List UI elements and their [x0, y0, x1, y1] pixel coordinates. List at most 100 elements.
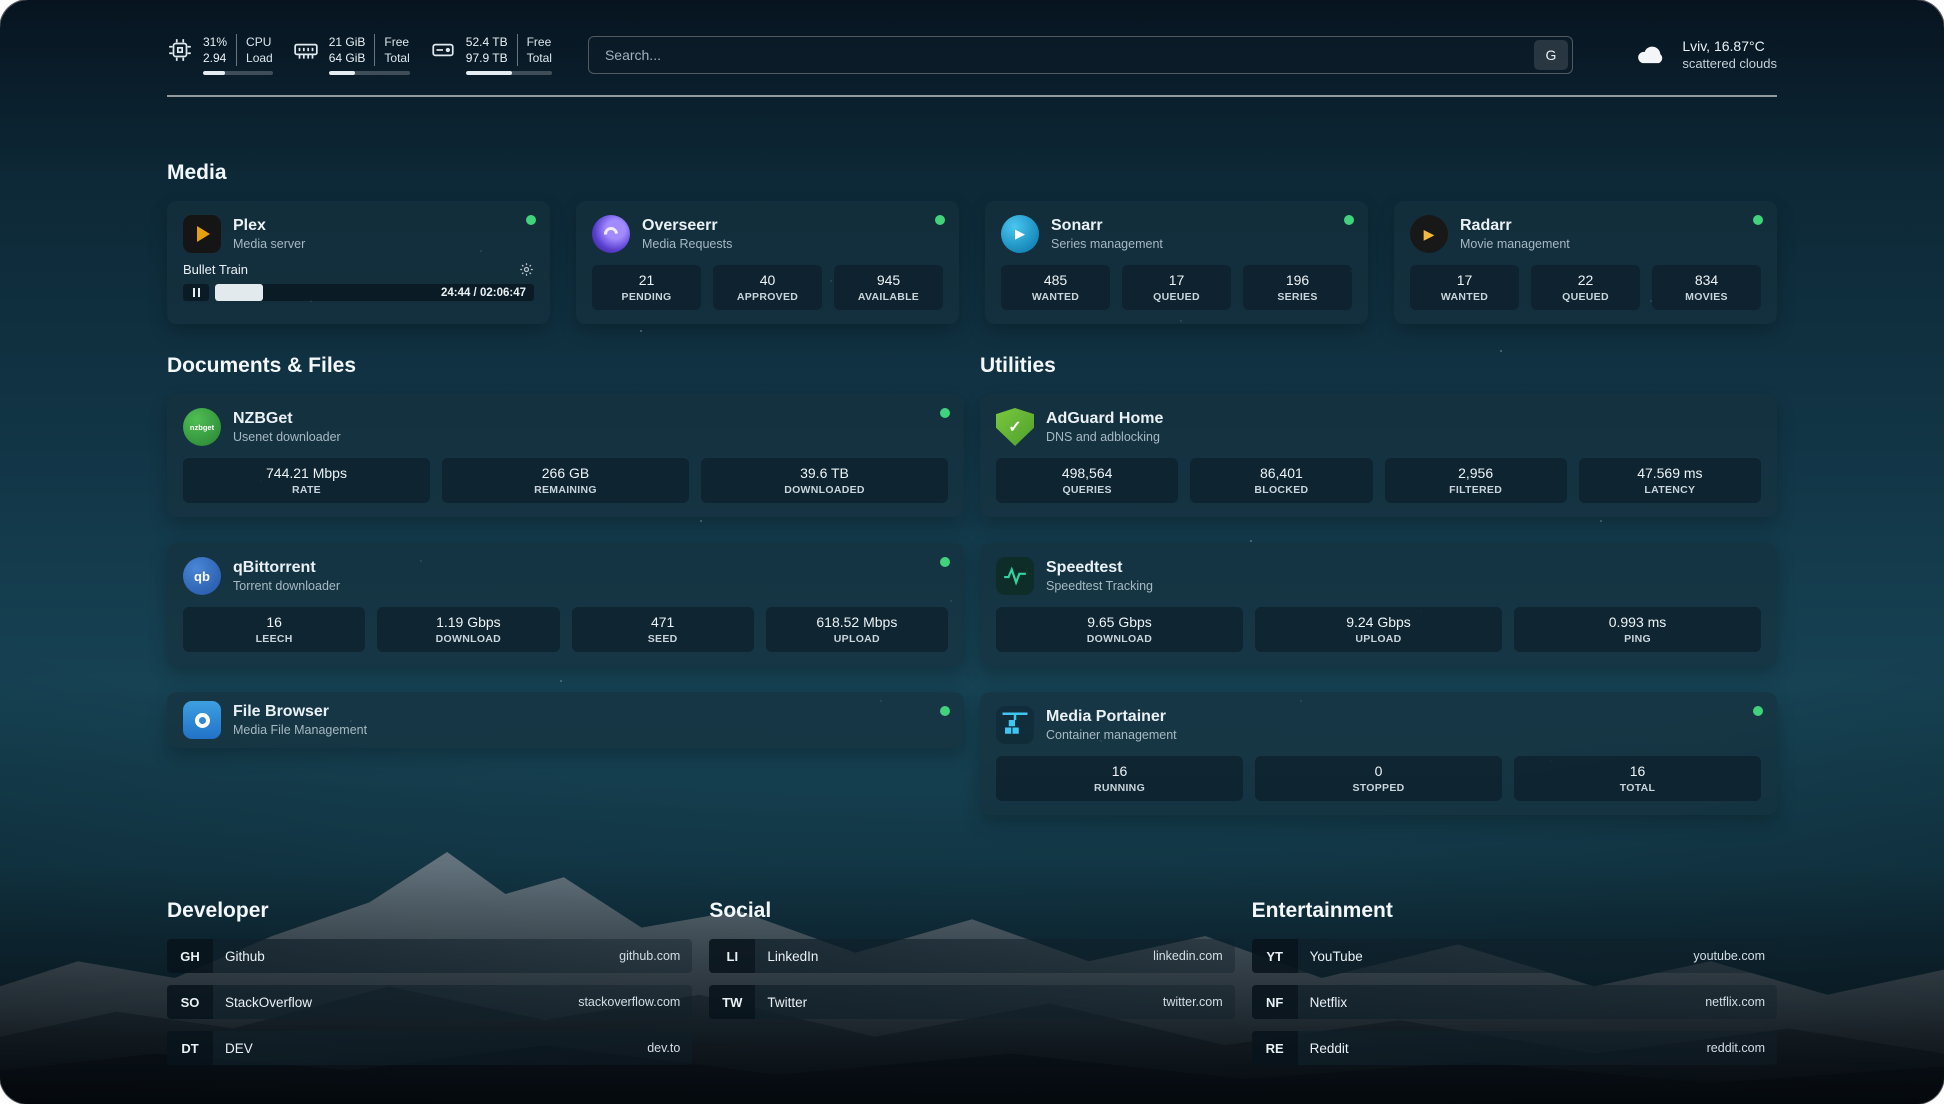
- weather-condition: scattered clouds: [1682, 56, 1777, 71]
- stat-upload: 618.52 Mbps UPLOAD: [766, 607, 948, 652]
- app-desc: Container management: [1046, 728, 1177, 742]
- stat-leech: 16 LEECH: [183, 607, 365, 652]
- bookmark-stackoverflow[interactable]: SO StackOverflow stackoverflow.com: [167, 985, 692, 1019]
- bookmark-name: StackOverflow: [225, 995, 312, 1010]
- pause-button[interactable]: [183, 284, 209, 301]
- stat-queued: 22 QUEUED: [1531, 265, 1640, 310]
- stat-movies: 834 MOVIES: [1652, 265, 1761, 310]
- bookmark-url: github.com: [619, 949, 680, 963]
- app-card-filebrowser[interactable]: File Browser Media File Management: [167, 692, 964, 748]
- status-dot: [935, 215, 945, 225]
- app-desc: Torrent downloader: [233, 579, 340, 593]
- portainer-icon: [996, 706, 1034, 744]
- disk-progress-bar: [466, 71, 552, 75]
- app-card-radarr[interactable]: ▶ Radarr Movie management 17 WANTED 22 Q…: [1394, 201, 1777, 324]
- bookmark-github[interactable]: GH Github github.com: [167, 939, 692, 973]
- bookmark-url: stackoverflow.com: [578, 995, 680, 1009]
- bookmark-url: youtube.com: [1693, 949, 1765, 963]
- header-divider: [167, 95, 1777, 97]
- disk-free-label: Free: [517, 34, 552, 50]
- app-card-portainer[interactable]: Media Portainer Container management 16 …: [980, 692, 1777, 815]
- bookmark-abbr: YT: [1252, 939, 1298, 973]
- bookmarks-social: Social LI LinkedIn linkedin.com TW Twitt…: [709, 899, 1234, 1077]
- stat-download: 1.19 Gbps DOWNLOAD: [377, 607, 559, 652]
- app-desc: Media Requests: [642, 237, 732, 251]
- search-input[interactable]: [603, 46, 1534, 64]
- app-card-sonarr[interactable]: ▶ Sonarr Series management 485 WANTED 17…: [985, 201, 1368, 324]
- stat-filtered: 2,956 FILTERED: [1385, 458, 1567, 503]
- bookmarks-entertainment: Entertainment YT YouTube youtube.com NF …: [1252, 899, 1777, 1077]
- gear-icon[interactable]: [519, 262, 534, 277]
- pause-icon: [193, 288, 200, 297]
- app-card-plex[interactable]: Plex Media server Bullet Train: [167, 201, 550, 324]
- bookmark-url: netflix.com: [1705, 995, 1765, 1009]
- bookmark-abbr: LI: [709, 939, 755, 973]
- bookmark-reddit[interactable]: RE Reddit reddit.com: [1252, 1031, 1777, 1065]
- plex-icon: [183, 215, 221, 253]
- bookmark-name: YouTube: [1310, 949, 1363, 964]
- app-name: AdGuard Home: [1046, 410, 1163, 428]
- app-desc: Speedtest Tracking: [1046, 579, 1153, 593]
- cpu-usage-value: 31%: [203, 34, 236, 50]
- bookmark-name: Twitter: [767, 995, 807, 1010]
- cpu-load-value: 2.94: [203, 50, 236, 66]
- speedtest-icon: [996, 557, 1034, 595]
- app-name: Radarr: [1460, 217, 1570, 235]
- app-card-speedtest[interactable]: Speedtest Speedtest Tracking 9.65 Gbps D…: [980, 543, 1777, 666]
- playback-time: 24:44 / 02:06:47: [441, 287, 534, 299]
- app-desc: Media server: [233, 237, 305, 251]
- bookmark-netflix[interactable]: NF Netflix netflix.com: [1252, 985, 1777, 1019]
- bookmark-youtube[interactable]: YT YouTube youtube.com: [1252, 939, 1777, 973]
- ram-progress-fill: [329, 71, 356, 75]
- search-bar: G: [588, 36, 1573, 74]
- now-playing-title: Bullet Train: [183, 262, 519, 277]
- bookmark-abbr: RE: [1252, 1031, 1298, 1065]
- bookmark-abbr: GH: [167, 939, 213, 973]
- bookmark-name: DEV: [225, 1041, 253, 1056]
- ram-total-label: Total: [374, 50, 409, 66]
- nzbget-icon: nzbget: [183, 408, 221, 446]
- bookmark-dev[interactable]: DT DEV dev.to: [167, 1031, 692, 1065]
- app-desc: DNS and adblocking: [1046, 430, 1163, 444]
- app-desc: Series management: [1051, 237, 1163, 251]
- ram-progress-bar: [329, 71, 410, 75]
- app-card-overseerr[interactable]: Overseerr Media Requests 21 PENDING 40 A…: [576, 201, 959, 324]
- disk-free-value: 52.4 TB: [466, 34, 517, 50]
- stat-blocked: 86,401 BLOCKED: [1190, 458, 1372, 503]
- overseerr-icon: [592, 215, 630, 253]
- stat-ping: 0.993 ms PING: [1514, 607, 1761, 652]
- ram-total-value: 64 GiB: [329, 50, 375, 66]
- section-title-entertainment: Entertainment: [1252, 899, 1777, 923]
- status-dot: [1344, 215, 1354, 225]
- status-dot: [1753, 706, 1763, 716]
- cpu-monitor: 31% CPU 2.94 Load: [167, 34, 273, 75]
- search-engine-button[interactable]: G: [1534, 40, 1568, 70]
- section-title-social: Social: [709, 899, 1234, 923]
- ram-monitor: 21 GiB Free 64 GiB Total: [293, 34, 410, 75]
- app-name: Speedtest: [1046, 559, 1153, 577]
- app-name: qBittorrent: [233, 559, 340, 577]
- utilities-column: Utilities ✓ AdGuard Home DNS and adblock…: [980, 354, 1777, 841]
- bookmarks-developer: Developer GH Github github.com SO StackO…: [167, 899, 692, 1077]
- app-name: Plex: [233, 217, 305, 235]
- stat-rate: 744.21 Mbps RATE: [183, 458, 430, 503]
- sonarr-icon: ▶: [1001, 215, 1039, 253]
- app-card-nzbget[interactable]: nzbget NZBGet Usenet downloader 744.21 M…: [167, 394, 964, 517]
- stat-pending: 21 PENDING: [592, 265, 701, 310]
- stat-approved: 40 APPROVED: [713, 265, 822, 310]
- playback-progress-fill: [215, 284, 263, 301]
- weather-widget[interactable]: Lviv, 16.87°C scattered clouds: [1630, 38, 1777, 71]
- app-card-adguard[interactable]: ✓ AdGuard Home DNS and adblocking 498,56…: [980, 394, 1777, 517]
- bookmark-abbr: NF: [1252, 985, 1298, 1019]
- playback-progress-bar[interactable]: 24:44 / 02:06:47: [215, 284, 534, 301]
- disk-total-value: 97.9 TB: [466, 50, 517, 66]
- bookmark-linkedin[interactable]: LI LinkedIn linkedin.com: [709, 939, 1234, 973]
- disk-icon: [430, 37, 456, 63]
- app-name: Overseerr: [642, 217, 732, 235]
- stat-latency: 47.569 ms LATENCY: [1579, 458, 1761, 503]
- app-desc: Usenet downloader: [233, 430, 341, 444]
- app-card-qbittorrent[interactable]: qb qBittorrent Torrent downloader 16 LEE…: [167, 543, 964, 666]
- weather-location: Lviv, 16.87°C: [1682, 38, 1777, 54]
- bookmark-twitter[interactable]: TW Twitter twitter.com: [709, 985, 1234, 1019]
- bookmark-abbr: SO: [167, 985, 213, 1019]
